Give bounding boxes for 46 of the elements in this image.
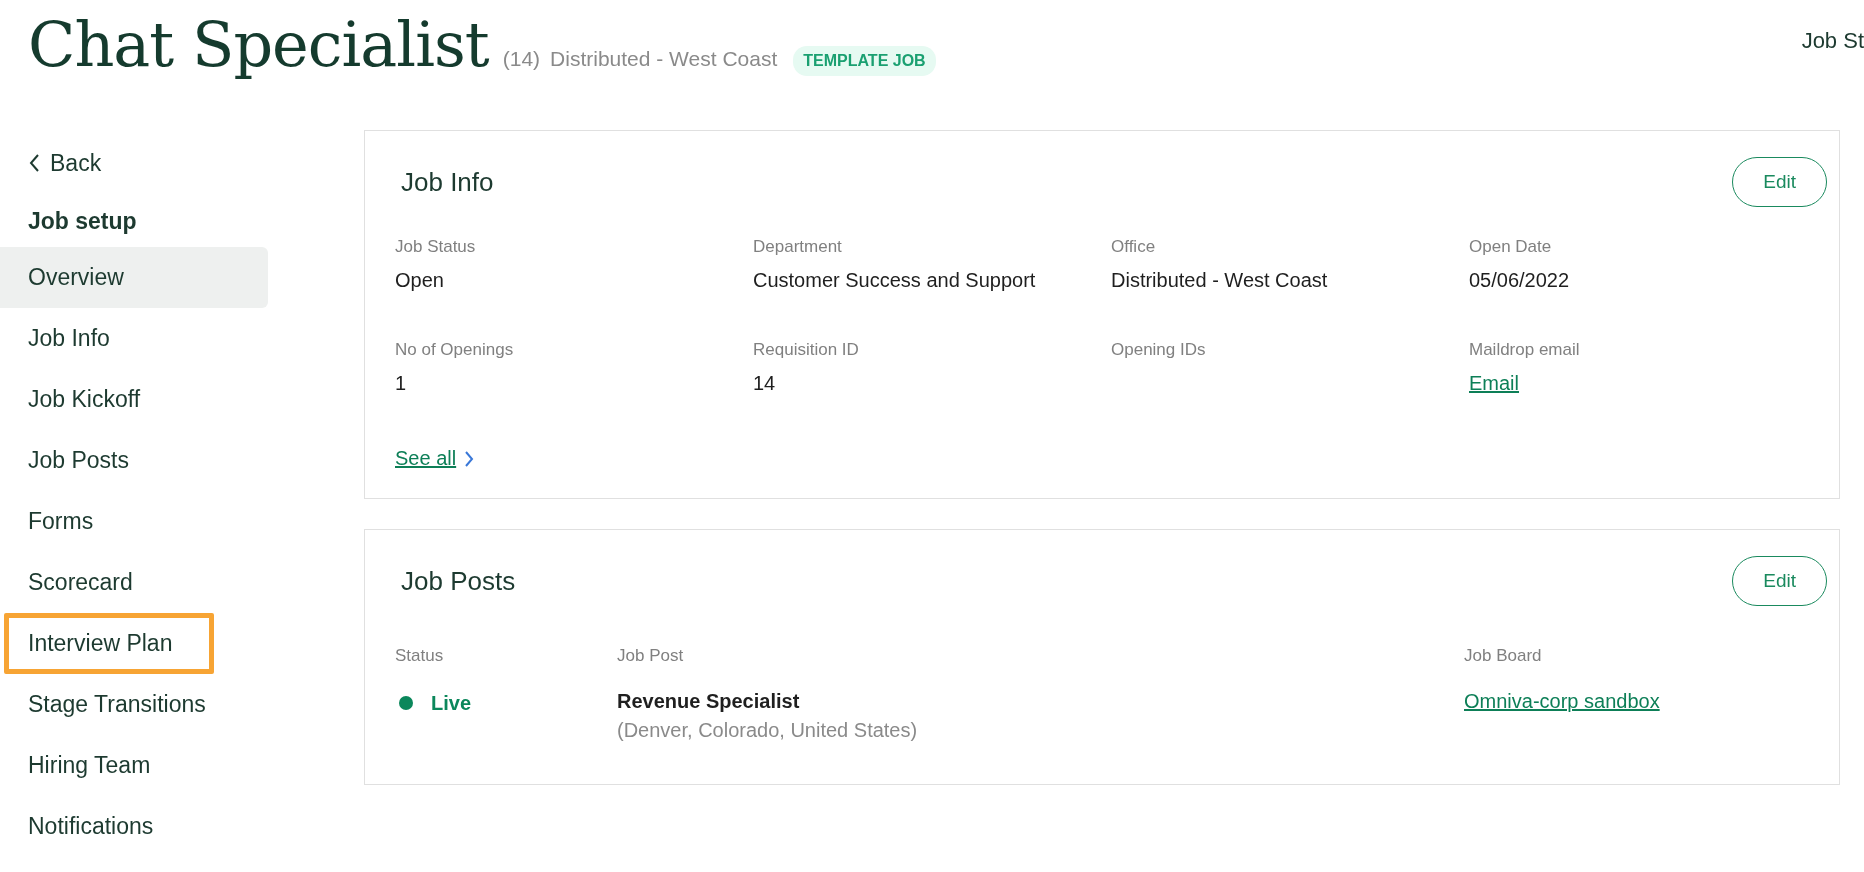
- field-value: 1: [395, 372, 407, 395]
- field-value: Distributed - West Coast: [1111, 269, 1328, 292]
- job-post-location: (Denver, Colorado, United States): [617, 719, 919, 742]
- edit-button[interactable]: Edit: [1732, 157, 1827, 207]
- job-title: Chat Specialist: [28, 8, 489, 81]
- sidebar-item[interactable]: Stage Transitions: [0, 674, 268, 735]
- sidebar-item[interactable]: Hiring Team: [0, 735, 268, 796]
- field-value: 05/06/2022: [1469, 269, 1570, 292]
- sidebar-item[interactable]: Job Kickoff: [0, 369, 268, 430]
- column-header: Job Post: [617, 646, 685, 666]
- job-count: (14): [502, 47, 541, 71]
- card-title: Job Posts: [401, 565, 516, 597]
- field-label: Job Status: [395, 237, 477, 257]
- field-label: Office: [1111, 237, 1157, 257]
- job-status-label: Job St: [1801, 28, 1864, 54]
- field-label: Maildrop email: [1469, 340, 1581, 360]
- job-location: Distributed - West Coast: [550, 47, 778, 71]
- sidebar-item[interactable]: Interview Plan: [4, 613, 214, 674]
- column-header: Status: [395, 646, 445, 666]
- field-value: 14: [753, 372, 776, 395]
- status-text: Live: [431, 691, 472, 715]
- sidebar-item[interactable]: Overview: [0, 247, 268, 308]
- field-value: Open: [395, 269, 444, 292]
- chevron-right-icon: [464, 449, 475, 468]
- card-title: Job Info: [401, 166, 494, 198]
- sidebar-item[interactable]: Notifications: [0, 796, 268, 857]
- chevron-left-icon: [28, 153, 40, 173]
- field-label: Open Date: [1469, 237, 1553, 257]
- section-heading: Job setup: [27, 208, 138, 235]
- field-label: Requisition ID: [753, 340, 860, 360]
- sidebar-item[interactable]: Job Info: [0, 308, 268, 369]
- sidebar-item[interactable]: Scorecard: [0, 552, 268, 613]
- field-label: Department: [753, 237, 843, 257]
- edit-button[interactable]: Edit: [1732, 556, 1827, 606]
- sidebar-item[interactable]: Job Posts: [0, 430, 268, 491]
- field-label: Opening IDs: [1111, 340, 1207, 360]
- sidebar-item[interactable]: Forms: [0, 491, 268, 552]
- column-header: Job Board: [1464, 646, 1543, 666]
- back-link[interactable]: Back: [0, 146, 268, 180]
- field-label: No of Openings: [395, 340, 515, 360]
- email-link[interactable]: Email: [1469, 372, 1519, 395]
- job-post-name: Revenue Specialist: [617, 690, 801, 713]
- job-board-link[interactable]: Omniva-corp sandbox: [1464, 690, 1660, 713]
- template-job-badge: TEMPLATE JOB: [793, 46, 936, 76]
- field-value: Customer Success and Support: [753, 269, 1036, 292]
- see-all-link[interactable]: See all: [395, 447, 457, 470]
